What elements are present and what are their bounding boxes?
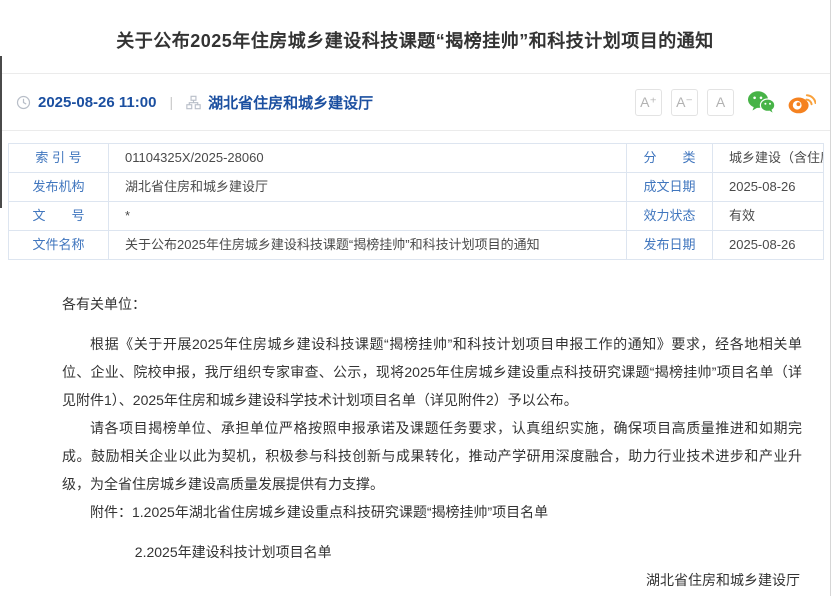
signature-org: 湖北省住房和城乡建设厅 [62, 566, 802, 594]
clock-icon [16, 95, 31, 110]
salutation: 各有关单位： [62, 290, 802, 318]
attachment-item-2: 2.2025年建设科技计划项目名单 [135, 544, 332, 560]
table-row: 索 引 号 01104325X/2025-28060 分 类 城乡建设（含住房） [9, 144, 824, 173]
validity-status-label: 效力状态 [627, 202, 713, 231]
doc-title-value: 关于公布2025年住房城乡建设科技课题“揭榜挂帅”和科技计划项目的通知 [109, 231, 627, 260]
attachment-item-1: 1.2025年湖北省住房城乡建设重点科技研究课题“揭榜挂帅”项目名单 [132, 504, 548, 520]
source-org-icon [186, 95, 201, 110]
body-paragraph: 请各项目揭榜单位、承担单位严格按照申报承诺及课题任务要求，认真组织实施，确保项目… [62, 414, 802, 498]
doc-number-value: * [109, 202, 627, 231]
document-body: 各有关单位： 根据《关于开展2025年住房城乡建设科技课题“揭榜挂帅”和科技计划… [0, 260, 830, 596]
weibo-icon [788, 90, 816, 114]
font-size-reset-button[interactable]: A [707, 89, 734, 116]
validity-status-value: 有效 [713, 202, 824, 231]
publish-date-value: 2025-08-26 [713, 231, 824, 260]
divider [0, 130, 830, 131]
table-row: 文件名称 关于公布2025年住房城乡建设科技课题“揭榜挂帅”和科技计划项目的通知… [9, 231, 824, 260]
font-size-decrease-button[interactable]: A⁻ [671, 89, 698, 116]
meta-right: A⁺ A⁻ A [635, 89, 816, 116]
table-row: 发布机构 湖北省住房和城乡建设厅 成文日期 2025-08-26 [9, 173, 824, 202]
source-name: 湖北省住房和城乡建设厅 [208, 92, 373, 113]
index-number-label: 索 引 号 [9, 144, 109, 173]
wechat-icon [747, 90, 775, 114]
page-title: 关于公布2025年住房城乡建设科技课题“揭榜挂帅”和科技计划项目的通知 [0, 0, 830, 54]
share-wechat-button[interactable] [747, 90, 775, 114]
issuing-agency-label: 发布机构 [9, 173, 109, 202]
meta-left: 2025-08-26 11:00 | 湖北省住房和城乡建设厅 [16, 92, 373, 113]
index-number-value: 01104325X/2025-28060 [109, 144, 627, 173]
table-row: 文 号 * 效力状态 有效 [9, 202, 824, 231]
doc-title-label: 文件名称 [9, 231, 109, 260]
meta-bar: 2025-08-26 11:00 | 湖北省住房和城乡建设厅 A⁺ A⁻ A [0, 74, 830, 130]
doc-number-label: 文 号 [9, 202, 109, 231]
window-edge-line [0, 56, 2, 208]
written-date-value: 2025-08-26 [713, 173, 824, 202]
publish-date-label: 发布日期 [627, 231, 713, 260]
issuing-agency-value: 湖北省住房和城乡建设厅 [109, 173, 627, 202]
attachment-line: 2.2025年建设科技计划项目名单 [62, 538, 802, 566]
attachment-line: 附件：1.2025年湖北省住房城乡建设重点科技研究课题“揭榜挂帅”项目名单 [62, 498, 802, 526]
font-size-increase-button[interactable]: A⁺ [635, 89, 662, 116]
document-page: 关于公布2025年住房城乡建设科技课题“揭榜挂帅”和科技计划项目的通知 2025… [0, 0, 831, 596]
written-date-label: 成文日期 [627, 173, 713, 202]
share-weibo-button[interactable] [788, 90, 816, 114]
attachments-label: 附件： [90, 504, 132, 520]
body-paragraph: 根据《关于开展2025年住房城乡建设科技课题“揭榜挂帅”和科技计划项目申报工作的… [62, 330, 802, 414]
category-label: 分 类 [627, 144, 713, 173]
publish-datetime: 2025-08-26 11:00 [38, 94, 156, 111]
category-value: 城乡建设（含住房） [713, 144, 824, 173]
meta-separator: | [169, 94, 173, 110]
document-info-table: 索 引 号 01104325X/2025-28060 分 类 城乡建设（含住房）… [8, 143, 822, 260]
